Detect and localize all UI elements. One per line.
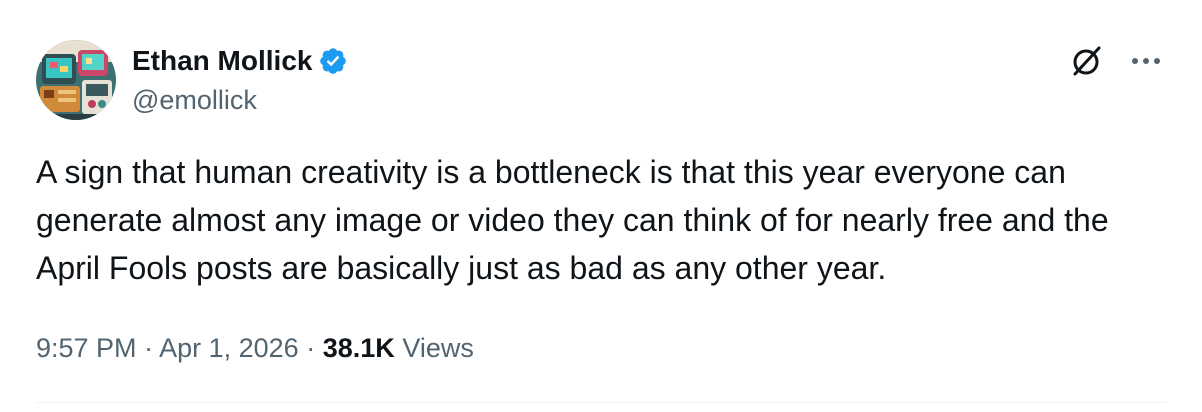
author-display-name[interactable]: Ethan Mollick [132, 44, 312, 78]
more-options-icon [1132, 58, 1160, 64]
tweet-text: A sign that human creativity is a bottle… [36, 154, 1109, 286]
grok-button[interactable] [1068, 42, 1106, 80]
meta-separator: · [144, 333, 154, 363]
tweet-date[interactable]: Apr 1, 2026 [159, 333, 299, 363]
views-count[interactable]: 38.1K [323, 333, 395, 363]
tweet-time[interactable]: 9:57 PM [36, 333, 137, 363]
meta-separator: · [306, 333, 316, 363]
pixel-art-device-avatar-icon [36, 40, 116, 120]
tweet-meta: 9:57 PM · Apr 1, 2026 · 38.1K Views [36, 330, 474, 366]
author-avatar[interactable] [36, 40, 116, 120]
tweet-card: Ethan Mollick @emollick A sign that huma… [0, 0, 1202, 412]
author-handle[interactable]: @emollick [132, 84, 257, 116]
author-name-row: Ethan Mollick [132, 44, 348, 78]
verified-badge-icon[interactable] [318, 46, 348, 76]
grok-icon [1073, 46, 1101, 76]
divider [36, 402, 1166, 403]
views-label[interactable]: Views [402, 333, 474, 363]
more-options-button[interactable] [1124, 42, 1168, 80]
